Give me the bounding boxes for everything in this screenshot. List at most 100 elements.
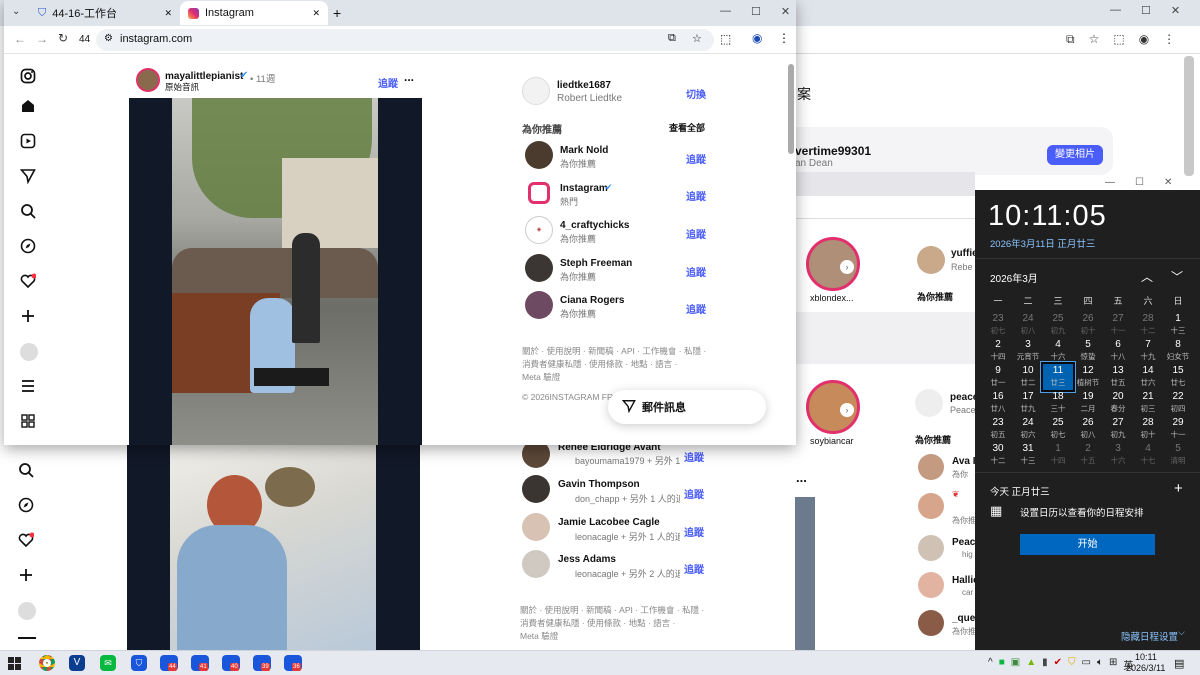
chevron-up-icon[interactable]: ︿ <box>1141 268 1153 285</box>
calendar-day[interactable]: 29 十一 <box>1163 416 1193 442</box>
avatar[interactable] <box>522 513 550 541</box>
post-media-lower[interactable] <box>127 445 420 650</box>
profile-icon[interactable] <box>18 602 36 620</box>
minimize-icon[interactable]: — <box>720 5 731 18</box>
footer-line[interactable]: Meta 驗證 <box>522 371 706 384</box>
calendar-day[interactable]: 20 春分 <box>1103 390 1133 416</box>
clock-date[interactable]: 2026年3月11日 正月廿三 <box>990 236 1095 250</box>
explore-icon[interactable] <box>20 238 38 256</box>
chevron-up-icon[interactable]: ^ <box>988 657 993 672</box>
hide-agenda-link[interactable]: 隐藏日程设置 <box>1121 629 1178 643</box>
tab-search-icon[interactable]: ⌄ <box>12 6 20 17</box>
calendar-day[interactable]: 8 妇女节 <box>1163 338 1193 364</box>
calendar-day[interactable]: 3 元宵节 <box>1013 338 1043 364</box>
maximize-icon[interactable]: ☐ <box>1141 4 1151 22</box>
avatar[interactable] <box>525 141 553 169</box>
back-scrollbar[interactable] <box>1184 56 1194 176</box>
post-follow-button[interactable]: 追蹤 <box>378 75 398 90</box>
calendar-day[interactable]: 21 初三 <box>1133 390 1163 416</box>
heart-icon[interactable] <box>20 273 38 291</box>
address-bar[interactable]: ⚙ instagram.com ⧉ ☆ <box>96 29 714 51</box>
profile-icon[interactable] <box>20 343 38 361</box>
extension-icon[interactable]: ⬚ <box>720 32 731 46</box>
new-tab-button[interactable]: + <box>333 5 341 21</box>
more-options-icon[interactable]: ... <box>796 470 807 485</box>
maximize-icon[interactable]: ☐ <box>751 5 761 18</box>
footer-line[interactable]: 關於 · 使用說明 · 新聞稿 · API · 工作機會 · 私隱 · <box>522 345 706 358</box>
calendar-day[interactable]: 24 初六 <box>1013 416 1043 442</box>
minimize-icon[interactable]: — <box>1105 177 1115 188</box>
avatar[interactable] <box>918 572 944 598</box>
see-all-link[interactable]: 查看全部 <box>669 121 705 134</box>
wechat-tray-icon[interactable]: ■ <box>999 657 1005 672</box>
calendar-day[interactable]: 26 初十 <box>1073 312 1103 338</box>
instagram-logo-icon[interactable] <box>20 68 38 86</box>
suggestion-name[interactable]: Instagram <box>560 183 608 194</box>
shield-app-icon[interactable]: 40 <box>222 655 240 671</box>
tab-workbench[interactable]: ⛉ 44-16-工作台 ✕ <box>30 1 180 25</box>
heart-icon[interactable] <box>18 532 36 550</box>
post-media[interactable] <box>129 98 422 445</box>
menu-icon[interactable] <box>20 378 38 396</box>
app-tray-icon[interactable]: ▮ <box>1042 657 1048 672</box>
shield-app-icon[interactable]: 39 <box>253 655 271 671</box>
avatar[interactable]: ◈ <box>525 216 553 244</box>
profile-icon[interactable]: ◉ <box>1139 32 1149 47</box>
calendar-day[interactable]: 2 十五 <box>1073 442 1103 468</box>
suggestion-name[interactable]: 4_craftychicks <box>560 220 630 231</box>
network-icon[interactable]: ▭ <box>1082 657 1091 672</box>
shield-app-icon[interactable]: 44 <box>160 655 178 671</box>
create-icon[interactable] <box>18 567 36 585</box>
shield-app-icon[interactable]: 36 <box>284 655 302 671</box>
switch-account-button[interactable]: 切換 <box>686 86 706 101</box>
avatar[interactable] <box>917 246 945 274</box>
follow-button[interactable]: 追蹤 <box>686 151 706 166</box>
star-icon[interactable]: ☆ <box>692 32 702 45</box>
calendar-day[interactable]: 6 十八 <box>1103 338 1133 364</box>
zoom-badge[interactable]: 44 <box>79 34 90 45</box>
explore-icon[interactable] <box>18 497 36 515</box>
chevron-right-icon[interactable]: › <box>840 403 854 417</box>
avatar[interactable] <box>525 291 553 319</box>
calendar-day[interactable]: 25 初七 <box>1043 416 1073 442</box>
menu-icon[interactable]: ⋮ <box>1163 32 1175 47</box>
star-icon[interactable]: ☆ <box>1089 32 1100 47</box>
minimize-icon[interactable]: — <box>1110 4 1121 22</box>
calendar-day-today[interactable]: 11 廿三 <box>1041 362 1075 392</box>
menu-icon[interactable]: ⋮ <box>778 31 790 45</box>
calendar-day[interactable]: 4 十六 <box>1043 338 1073 364</box>
chrome-icon[interactable] <box>39 655 55 671</box>
avatar[interactable] <box>918 610 944 636</box>
taskbar-date[interactable]: 2026/3/11 <box>1126 663 1165 673</box>
suggestion-name[interactable]: Gavin Thompson <box>558 479 640 490</box>
create-icon[interactable] <box>20 308 38 326</box>
ime-icon[interactable]: ⊞ <box>1109 657 1117 672</box>
start-button[interactable]: 开始 <box>1020 534 1155 555</box>
search-icon[interactable] <box>18 462 36 480</box>
calendar-day[interactable]: 4 十七 <box>1133 442 1163 468</box>
checkmark-tray-icon[interactable]: ✔ <box>1054 657 1062 672</box>
nvidia-icon[interactable]: ▲ <box>1026 657 1036 672</box>
calendar-day[interactable]: 16 廿八 <box>983 390 1013 416</box>
calendar-day[interactable]: 27 十一 <box>1103 312 1133 338</box>
maximize-icon[interactable]: ☐ <box>1135 177 1144 188</box>
footer-line[interactable]: 消費者健康私隱 · 使用條款 · 地點 · 語言 · <box>522 358 706 371</box>
avatar[interactable] <box>915 389 943 417</box>
taskbar-time[interactable]: 10:11 <box>1135 652 1157 662</box>
extension-icon[interactable]: ⬚ <box>1113 32 1124 47</box>
send-icon[interactable] <box>19 168 38 186</box>
calendar-month-title[interactable]: 2026年3月 <box>990 270 1038 285</box>
forward-icon[interactable]: → <box>36 32 48 46</box>
volume-icon[interactable]: 🔈︎ <box>1097 657 1103 672</box>
calendar-day[interactable]: 28 十二 <box>1133 312 1163 338</box>
calendar-day[interactable]: 31 十三 <box>1013 442 1043 468</box>
page-scrollbar[interactable] <box>788 64 794 154</box>
suggestion-name[interactable]: Jess Adams <box>558 554 616 565</box>
calendar-day[interactable]: 17 廿九 <box>1013 390 1043 416</box>
add-event-button[interactable]: + <box>1174 480 1183 497</box>
follow-button[interactable]: 追蹤 <box>686 264 706 279</box>
wechat-icon[interactable]: ✉ <box>100 655 116 671</box>
follow-button[interactable]: 追蹤 <box>684 486 704 501</box>
calendar-day[interactable]: 24 初八 <box>1013 312 1043 338</box>
close-icon[interactable]: ✕ <box>781 5 790 18</box>
